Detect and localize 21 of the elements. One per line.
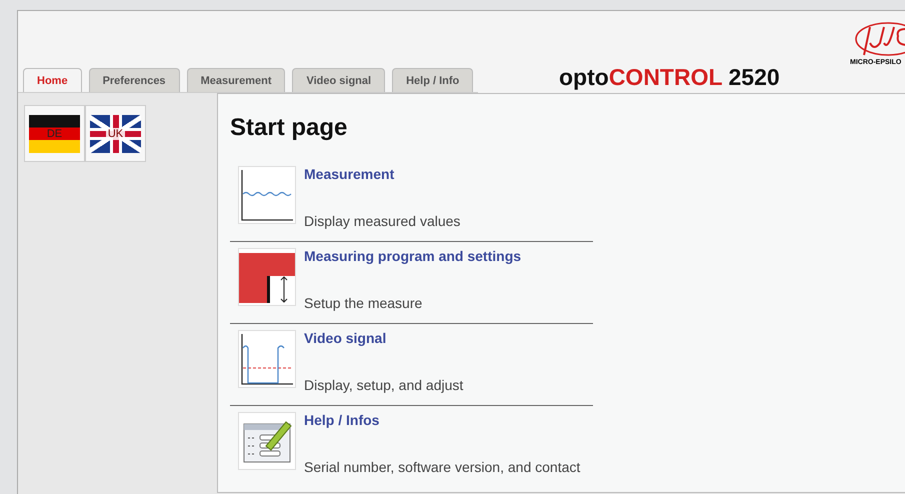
section-description: Serial number, software version, and contact: [304, 459, 580, 475]
section-link[interactable]: Measuring program and settings: [304, 248, 522, 264]
language-button[interactable]: UK: [85, 105, 146, 162]
nav-tab[interactable]: Preferences: [88, 68, 180, 92]
section-description: Display measured values: [304, 213, 460, 229]
nav-tab[interactable]: Help / Info: [392, 68, 474, 92]
signal-chart-icon[interactable]: [238, 330, 296, 388]
nav-tab[interactable]: Home: [23, 68, 82, 92]
language-button[interactable]: DE: [24, 105, 85, 162]
page-title: Start page: [230, 114, 348, 142]
section-description: Setup the measure: [304, 295, 424, 311]
section-link[interactable]: Measurement: [304, 166, 460, 182]
product-title: optoCONTROL 2520: [559, 64, 780, 91]
nav-tab[interactable]: Measurement: [186, 68, 286, 92]
nav-tab[interactable]: Video signal: [292, 68, 386, 92]
section-link[interactable]: Help / Infos: [304, 412, 580, 428]
section-link[interactable]: Video signal: [304, 330, 464, 346]
form-pencil-icon[interactable]: [238, 412, 296, 470]
section-description: Display, setup, and adjust: [304, 377, 464, 393]
measuring-icon[interactable]: [238, 248, 296, 306]
chart-icon[interactable]: [238, 166, 296, 224]
